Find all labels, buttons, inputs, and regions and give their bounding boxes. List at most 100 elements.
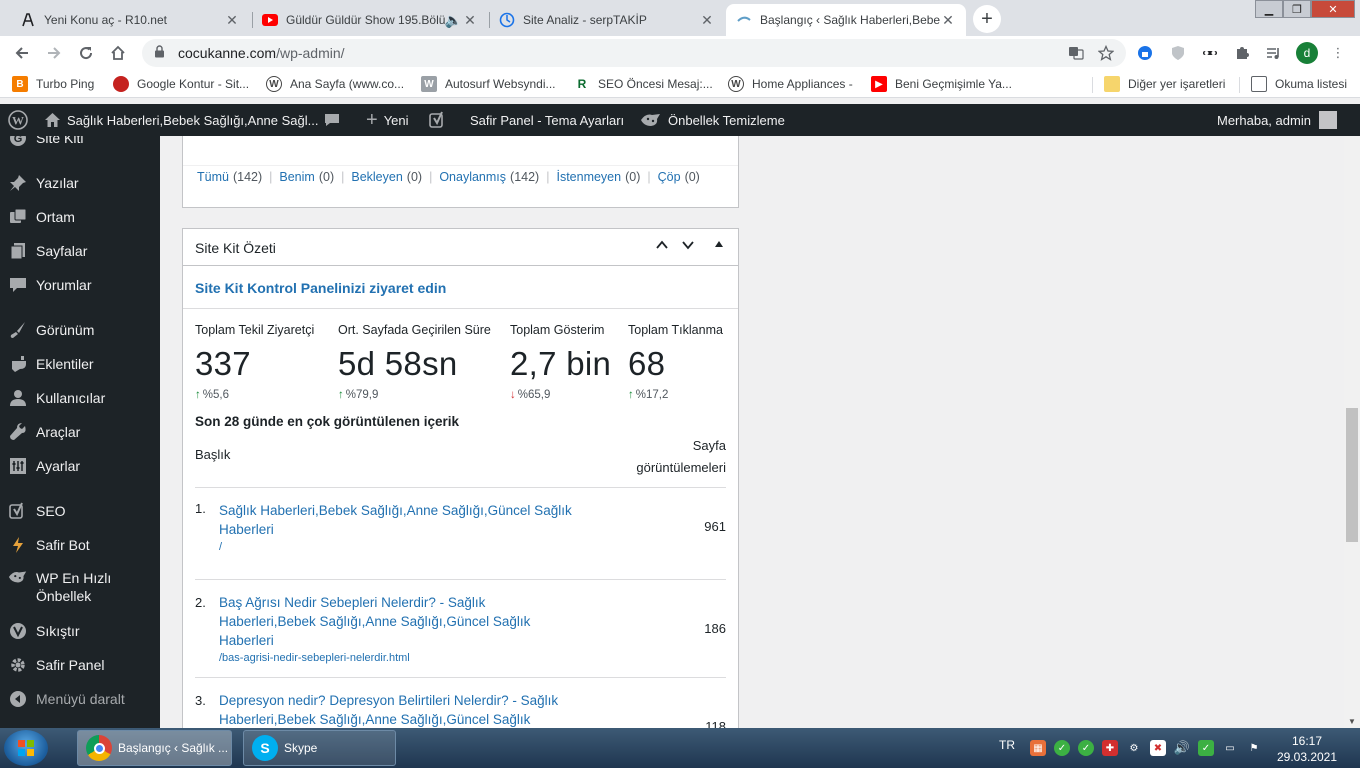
bookmark-seo-oncesi[interactable]: R SEO Öncesi Mesaj:...	[574, 75, 713, 93]
row-title-link[interactable]: Baş Ağrısı Nedir Sebepleri Nelerdir? - S…	[219, 593, 579, 650]
row-title-link[interactable]: Sağlık Haberleri,Bebek Sağlığı,Anne Sağl…	[219, 501, 579, 539]
menu-media[interactable]: Ortam	[0, 200, 160, 234]
tab-youtube[interactable]: Güldür Güldür Show 195.Bölü 🔈 ✕	[252, 4, 488, 36]
start-button[interactable]	[4, 730, 48, 766]
bookmark-ana-sayfa[interactable]: W Ana Sayfa (www.co...	[266, 75, 404, 93]
tab-wp-admin[interactable]: Başlangıç ‹ Sağlık Haberleri,Bebek ✕	[726, 4, 966, 36]
bookmark-other[interactable]: Diğer yer işaretleri	[1104, 75, 1225, 93]
system-clock[interactable]: 16:17 29.03.2021	[1276, 733, 1338, 765]
tray-shield-icon[interactable]: ✚	[1102, 740, 1118, 756]
bookmark-home-appliances[interactable]: W Home Appliances -	[728, 75, 853, 93]
bookmark-turbo-ping[interactable]: B Turbo Ping	[12, 75, 94, 93]
site-kit-dashboard-link[interactable]: Site Kit Kontrol Panelinizi ziyaret edin	[195, 280, 446, 296]
tab-r10[interactable]: Yeni Konu aç - R10.net ✕	[10, 4, 250, 36]
tray-check-icon[interactable]: ✓	[1078, 740, 1094, 756]
tab-serptakip[interactable]: Site Analiz - serpTAKİP ✕	[489, 4, 725, 36]
close-tab-icon[interactable]: ✕	[462, 12, 478, 29]
reload-button[interactable]	[74, 41, 98, 65]
menu-kebab-icon[interactable]: ⋮	[1329, 44, 1347, 62]
adminbar-my-account[interactable]: Merhaba, admin	[1217, 104, 1337, 136]
taskbar-skype[interactable]: S Skype	[243, 730, 396, 766]
action-center-flag-icon[interactable]: ⚑	[1246, 740, 1262, 756]
table-row: 2. Baş Ağrısı Nedir Sebepleri Nelerdir? …	[195, 580, 726, 678]
move-down-icon[interactable]	[681, 238, 695, 255]
menu-safir-panel[interactable]: Safir Panel	[0, 648, 160, 682]
lock-icon[interactable]	[154, 45, 168, 61]
address-bar[interactable]: cocukanne.com/wp-admin/	[142, 39, 1126, 67]
menu-posts[interactable]: Yazılar	[0, 166, 160, 200]
new-tab-button[interactable]: +	[973, 5, 1001, 33]
wp-logo-icon[interactable]: W	[8, 104, 28, 136]
pages-icon	[8, 242, 28, 260]
menu-settings[interactable]: Ayarlar	[0, 449, 160, 483]
translate-icon[interactable]	[1068, 45, 1084, 64]
bookmark-label: SEO Öncesi Mesaj:...	[598, 77, 713, 91]
tray-display-icon[interactable]: ▭	[1222, 740, 1238, 756]
adminbar-new[interactable]: + Yeni	[366, 104, 409, 136]
maximize-button[interactable]: ❐	[1283, 0, 1311, 18]
menu-wp-fastest-cache[interactable]: WP En Hızlı Önbellek	[0, 567, 160, 607]
close-tab-icon[interactable]: ✕	[940, 12, 956, 29]
close-tab-icon[interactable]: ✕	[699, 12, 715, 29]
bookmark-google-kontur[interactable]: Google Kontur - Sit...	[113, 75, 249, 93]
menu-tools[interactable]: Araçlar	[0, 415, 160, 449]
menu-comments[interactable]: Yorumlar	[0, 268, 160, 302]
bookmark-beni-gecmisimle[interactable]: ▶ Beni Geçmişimle Ya...	[871, 75, 1012, 93]
taskbar-chrome[interactable]: Başlangıç ‹ Sağlık ...	[77, 730, 232, 766]
reading-list[interactable]: Okuma listesi	[1251, 75, 1347, 93]
speaker-icon[interactable]: 🔈	[445, 12, 462, 29]
tray-update-icon[interactable]: ✓	[1198, 740, 1214, 756]
scroll-down-arrow-icon[interactable]: ▼	[1344, 714, 1360, 728]
menu-users[interactable]: Kullanıcılar	[0, 381, 160, 415]
menu-appearance[interactable]: Görünüm	[0, 313, 160, 347]
window-close-button[interactable]: ✕	[1311, 0, 1355, 18]
tray-security-icon[interactable]: ✖	[1150, 740, 1166, 756]
status-spam[interactable]: İstenmeyen (0)	[556, 170, 640, 184]
menu-compress[interactable]: Sıkıştır	[0, 614, 160, 648]
bookmark-label: Google Kontur - Sit...	[137, 77, 250, 91]
ball-icon	[113, 76, 129, 92]
close-tab-icon[interactable]: ✕	[224, 12, 240, 29]
page-scrollbar[interactable]: ▼	[1344, 136, 1360, 728]
menu-site-kit[interactable]: G Site Kiti	[0, 136, 160, 155]
back-button[interactable]	[10, 41, 34, 65]
move-up-icon[interactable]	[655, 238, 669, 255]
language-indicator[interactable]: TR	[999, 738, 1015, 752]
tray-app-icon[interactable]: ▦	[1030, 740, 1046, 756]
extension-lock-icon[interactable]	[1136, 44, 1154, 62]
column-header-views-line1: Sayfa	[692, 438, 726, 453]
scrollbar-thumb[interactable]	[1346, 408, 1358, 542]
profile-avatar[interactable]: d	[1296, 42, 1318, 64]
top-content-title: Son 28 günde en çok görüntülenen içerik	[195, 414, 460, 429]
adminbar-site-name[interactable]: Sağlık Haberleri,Bebek Sağlığı,Anne Sağl…	[44, 104, 318, 136]
menu-plugins[interactable]: Eklentiler	[0, 347, 160, 381]
status-trash[interactable]: Çöp (0)	[658, 170, 700, 184]
status-pending[interactable]: Bekleyen (0)	[351, 170, 422, 184]
toggle-panel-icon[interactable]	[713, 238, 725, 253]
bookmark-star-icon[interactable]	[1097, 44, 1115, 64]
incognito-icon[interactable]	[1201, 44, 1219, 62]
menu-seo[interactable]: SEO	[0, 494, 160, 528]
menu-collapse[interactable]: Menüyü daralt	[0, 682, 160, 716]
minimize-button[interactable]: ▁	[1255, 0, 1283, 18]
status-approved[interactable]: Onaylanmış (142)	[439, 170, 539, 184]
bookmark-autosurf[interactable]: W Autosurf Websyndi...	[421, 75, 556, 93]
status-all[interactable]: Tümü (142)	[197, 170, 262, 184]
collapse-icon	[8, 690, 28, 708]
forward-button[interactable]	[42, 41, 66, 65]
menu-pages[interactable]: Sayfalar	[0, 234, 160, 268]
adminbar-comments[interactable]	[324, 104, 346, 136]
extensions-puzzle-icon[interactable]	[1233, 44, 1251, 62]
volume-icon[interactable]: 🔊	[1174, 740, 1190, 756]
adminbar-yoast[interactable]	[429, 104, 453, 136]
shield-icon[interactable]	[1169, 44, 1187, 62]
adminbar-cache-clear[interactable]: Önbellek Temizleme	[640, 104, 785, 136]
row-title-link[interactable]: Depresyon nedir? Depresyon Belirtileri N…	[219, 691, 579, 728]
menu-safir-bot[interactable]: Safir Bot	[0, 528, 160, 562]
media-controls-icon[interactable]	[1264, 44, 1282, 62]
tray-check-icon[interactable]: ✓	[1054, 740, 1070, 756]
home-button[interactable]	[106, 41, 130, 65]
tray-network-icon[interactable]: ⚙	[1126, 740, 1142, 756]
adminbar-safir-panel[interactable]: Safir Panel - Tema Ayarları	[470, 104, 624, 136]
status-mine[interactable]: Benim (0)	[279, 170, 334, 184]
